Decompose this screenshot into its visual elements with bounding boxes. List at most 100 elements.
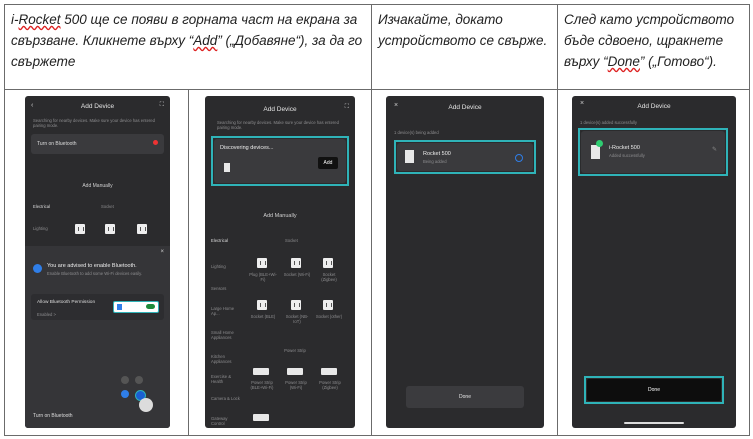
category-item[interactable]: Sensors [211,286,241,291]
instruction-table-page: i-Rocket 500 ще се появи в горната част … [0,0,753,439]
check-icon [596,140,603,147]
allow-permission-row[interactable]: Allow Bluetooth Permission Enabled > [31,294,164,320]
device-type-label: Socket (Zigbee) [321,272,337,282]
phone-screen-2: Add Device ⛶ Searching for nearby device… [205,96,355,428]
control-circle-icon [121,376,129,384]
instruction-table: i-Rocket 500 ще се появи в горната част … [4,4,750,436]
category-item[interactable]: Camera & Lock [211,396,241,401]
screen-title: Add Device [80,103,115,110]
device-type-label: Socket (NB-IoT) [285,314,309,324]
screenshot-cell-3: × Add Device 1 device(s) added successfu… [557,89,750,436]
tab-electrical[interactable]: Electrical [33,204,50,209]
add-manually-label: Add Manually [263,213,297,219]
socket-icon[interactable] [105,224,115,234]
permission-toggle-box[interactable] [113,301,159,313]
scan-icon[interactable]: ⛶ [160,102,164,109]
category-item[interactable]: Small Home Appliances [211,330,241,340]
socket-icon[interactable] [75,224,85,234]
power-strip-icon[interactable] [287,368,303,375]
category-item[interactable]: Lighting [211,264,241,269]
category-item[interactable]: Gateway Control [211,416,241,426]
caption-1-part: i- [11,12,19,27]
screen-title: Add Device [263,106,297,113]
device-icon [405,150,414,163]
spinner-icon [515,154,523,162]
socket-icon[interactable] [323,300,333,310]
inner-divider [188,90,189,435]
power-strip-icon[interactable] [321,368,337,375]
discovering-label: Discovering devices... [220,145,274,151]
bluetooth-row[interactable]: Turn on Bluetooth [31,134,164,154]
phone-screen-1: ‹ Add Device ⛶ Searching for nearby devi… [25,96,170,428]
bluetooth-icon [33,264,42,273]
device-state: Added successfully [609,153,645,158]
sheet-subtitle: Enable Bluetooth to add some Wi-Fi devic… [47,271,143,276]
power-strip-header: Power Strip [284,348,306,353]
device-type-label: Power Strip (Wi-Fi) [285,380,307,390]
caption-cell-1: i-Rocket 500 ще се появи в горната част … [4,4,372,90]
screen-title: Add Device [637,103,671,110]
search-hint: Searching for nearby devices. Make sure … [217,120,339,130]
category-lighting[interactable]: Lighting [33,226,48,231]
category-item[interactable]: Kitchen Appliances [211,354,241,364]
status-text: 1 device(s) added successfully [580,120,638,125]
edit-icon[interactable]: ✎ [712,146,717,153]
caption-3-part: ” („Готово“). [639,54,717,69]
done-button[interactable]: Done [406,386,524,408]
allow-permission-label: Allow Bluetooth Permission [37,300,96,305]
screenshot-row: ‹ Add Device ⛶ Searching for nearby devi… [4,89,750,436]
tab-socket[interactable]: Socket [101,204,114,209]
power-strip-icon[interactable] [253,368,269,375]
category-item[interactable]: Exercise & Health [211,374,241,384]
device-name: Rocket 500 [423,151,451,157]
plug-icon[interactable] [257,258,267,268]
add-manually-label: Add Manually [82,183,113,189]
socket-icon[interactable] [291,258,301,268]
device-icon [224,163,230,172]
screenshot-cell-1: ‹ Add Device ⛶ Searching for nearby devi… [4,89,372,436]
tab-socket[interactable]: Socket [285,238,298,243]
device-type-label: Socket (Wi-Fi) [283,272,311,277]
scan-icon[interactable]: ⛶ [345,104,349,111]
screen-title: Add Device [448,104,482,111]
allow-permission-state: Enabled > [37,312,56,317]
home-indicator [624,422,684,424]
turn-on-bluetooth-label[interactable]: Turn on Bluetooth [33,414,73,419]
device-type-label: Plug (BLE+Wi-Fi) [249,272,277,282]
phone-screen-3: × Add Device 1 device(s) being added Roc… [386,96,544,428]
category-item[interactable]: Large Home Ap... [211,306,241,316]
search-hint: Searching for nearby devices. Make sure … [33,118,155,128]
screenshot-cell-2: × Add Device 1 device(s) being added Roc… [371,89,558,436]
close-icon[interactable]: × [160,249,164,255]
alert-dot-icon [153,140,158,145]
tab-electrical[interactable]: Electrical [211,238,228,243]
caption-1-part: Rocket [18,12,61,27]
socket-icon[interactable] [137,224,147,234]
caption-cell-2: Изчакайте, докато устройството се свърже… [371,4,558,90]
toggle-switch[interactable] [146,304,155,309]
hand-tap-icon [139,398,153,412]
power-strip-icon[interactable] [253,414,269,421]
done-button[interactable]: Done [587,379,721,401]
bluetooth-sheet: × You are advised to enable Bluetooth. E… [25,246,170,428]
socket-icon[interactable] [257,300,267,310]
caption-row: i-Rocket 500 ще се появи в горната част … [4,4,750,90]
device-icon [591,145,600,159]
sheet-title: You are advised to enable Bluetooth. [47,263,137,269]
device-card: Rocket 500 Being added [397,143,533,171]
socket-icon[interactable] [291,300,301,310]
caption-2-text: Изчакайте, докато устройството се свърже… [378,12,548,48]
device-type-label: Socket (other) [315,314,343,319]
gesture-illustration [119,376,159,420]
add-button[interactable]: Add [318,157,338,169]
bluetooth-icon [117,304,122,310]
device-type-label: Socket (BLE) [250,314,276,319]
discovering-card: Discovering devices... Add [214,139,346,183]
device-type-label: Power Strip (Zigbee) [319,380,341,390]
socket-icon[interactable] [323,258,333,268]
phone-screen-4: × Add Device 1 device(s) added successfu… [572,96,736,428]
control-circle-icon [135,376,143,384]
device-name: i-Rocket 500 [609,145,640,151]
device-card: i-Rocket 500 Added successfully ✎ [581,131,725,173]
bluetooth-row-label: Turn on Bluetooth [37,141,77,147]
